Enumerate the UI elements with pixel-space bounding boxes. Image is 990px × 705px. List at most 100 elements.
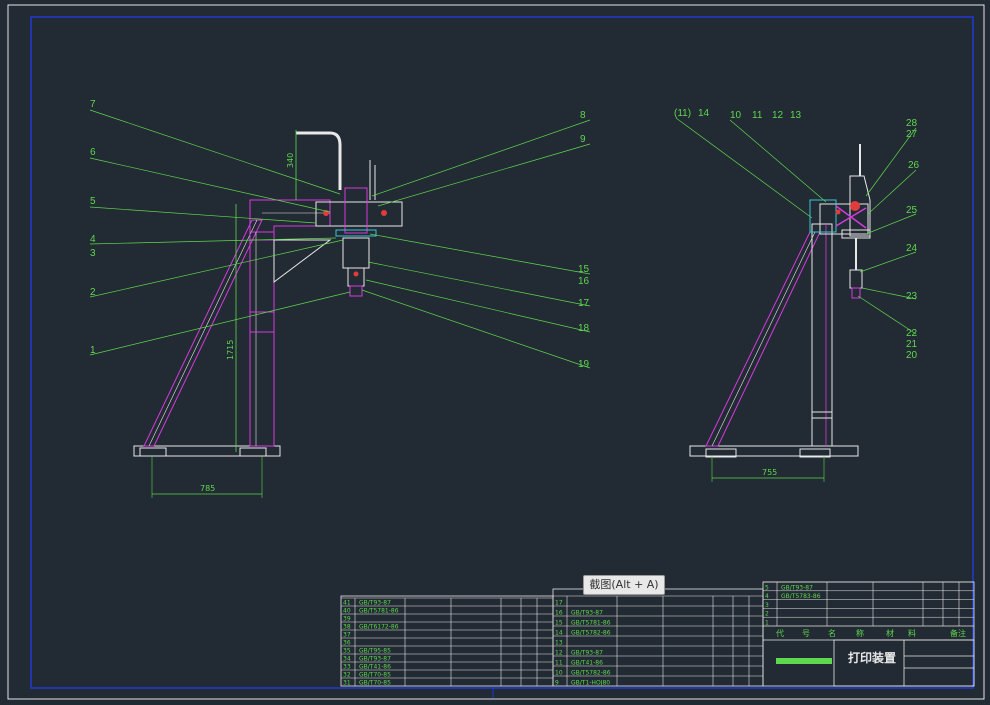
callout-22: 22 bbox=[906, 328, 918, 339]
callout-13: 13 bbox=[790, 110, 802, 121]
front-base-pad-left bbox=[139, 447, 167, 457]
table-row-code: GB/T93-87 bbox=[571, 650, 603, 657]
table-row-no: 1 bbox=[765, 620, 769, 627]
callout-4: 4 bbox=[90, 234, 96, 245]
front-pivot-red-2 bbox=[381, 210, 387, 216]
dim-height-text: 1715 bbox=[226, 340, 235, 360]
table-row-no: 38 bbox=[343, 624, 351, 631]
table-row-no: 31 bbox=[343, 680, 351, 687]
dim-top-text: 340 bbox=[286, 153, 295, 168]
callout-2: 2 bbox=[90, 287, 96, 298]
table-row-no: 9 bbox=[555, 680, 559, 687]
cad-drawing-canvas[interactable]: 785 1715 340 7 6 5 4 3 2 1 8 9 15 16 17 … bbox=[0, 0, 990, 705]
table-row-code: GB/T5782-86 bbox=[571, 670, 611, 677]
side-base bbox=[689, 445, 859, 457]
table-row-no: 17 bbox=[555, 600, 563, 607]
callout-26: 26 bbox=[908, 160, 920, 171]
callout-21: 21 bbox=[906, 339, 918, 350]
callout-20: 20 bbox=[906, 350, 918, 361]
header-label-beizhu: 备注 bbox=[950, 628, 966, 638]
side-dim-text: 755 bbox=[762, 468, 777, 477]
table-row-no: 15 bbox=[555, 620, 563, 627]
callout-15: 15 bbox=[578, 264, 590, 275]
front-head-plate bbox=[315, 201, 403, 227]
side-view: 755 (11) 14 10 11 12 13 28 27 26 25 24 2… bbox=[674, 108, 920, 482]
dim-bottom-text: 785 bbox=[200, 484, 215, 493]
table-row-code: GB/T5781-86 bbox=[359, 608, 399, 615]
header-label-ming: 名 bbox=[828, 628, 836, 638]
callout-19: 19 bbox=[578, 359, 590, 370]
table-row-code: GB/T93-87 bbox=[781, 584, 813, 591]
side-nozzle bbox=[849, 269, 863, 289]
callout-7: 7 bbox=[90, 99, 96, 110]
callout-12: 12 bbox=[772, 110, 784, 121]
table-row-no: 35 bbox=[343, 648, 351, 655]
table-row-no: 40 bbox=[343, 608, 351, 615]
side-pivot-red bbox=[850, 201, 860, 211]
table-row-code: GB/T70-85 bbox=[359, 680, 391, 687]
front-cylinder-rod bbox=[347, 267, 365, 287]
table-row-code: GB/T93-87 bbox=[571, 610, 603, 617]
header-label-cheng: 称 bbox=[856, 628, 864, 638]
callout-28: 28 bbox=[906, 118, 918, 129]
table-row-no: 10 bbox=[555, 670, 563, 677]
front-base-pad-right bbox=[239, 447, 267, 457]
title-block-mark bbox=[776, 658, 832, 664]
header-label-dai: 代 bbox=[776, 628, 784, 638]
outer-frame bbox=[7, 4, 985, 700]
table-row-no: 16 bbox=[555, 610, 563, 617]
side-column-collar bbox=[811, 411, 833, 419]
callout-10: 10 bbox=[730, 110, 742, 121]
callout-11: 11 bbox=[752, 110, 763, 121]
table-row-code: GB/T5783-86 bbox=[781, 593, 821, 600]
table-row-code: GB/T5781-86 bbox=[571, 620, 611, 627]
side-diagonal-brace bbox=[705, 231, 821, 447]
parts-list: 41 GB/T93-8740 GB/T5781-863938 GB/T6172-863… bbox=[340, 581, 975, 687]
table-row-no: 4 bbox=[765, 593, 769, 600]
table-row-code: GB/T93-87 bbox=[359, 600, 391, 607]
front-pivot-red-3 bbox=[353, 271, 359, 277]
table-row-no: 39 bbox=[343, 616, 351, 623]
callout-3: 3 bbox=[90, 248, 96, 259]
table-row-no: 33 bbox=[343, 664, 351, 671]
table-row-code: GB/T41-86 bbox=[571, 660, 603, 667]
table-row-no: 36 bbox=[343, 640, 351, 647]
header-label-hao: 号 bbox=[802, 629, 810, 638]
header-label-cai: 材 bbox=[886, 628, 894, 638]
table-row-no: 11 bbox=[555, 660, 563, 667]
side-column bbox=[811, 223, 833, 447]
callout-9: 9 bbox=[580, 134, 586, 145]
callout-24: 24 bbox=[906, 243, 918, 254]
table-row-no: 3 bbox=[765, 602, 769, 609]
table-row-no: 12 bbox=[555, 650, 563, 657]
front-view: 785 1715 340 7 6 5 4 3 2 1 8 9 15 16 17 … bbox=[89, 99, 591, 498]
side-callouts-top: (11) 14 10 11 12 13 bbox=[674, 108, 827, 219]
table-row-no: 41 bbox=[343, 600, 351, 607]
callout-18: 18 bbox=[578, 323, 590, 334]
callout-17: 17 bbox=[578, 298, 590, 309]
callout-6: 6 bbox=[90, 147, 96, 158]
table-row-code: GB/T6172-86 bbox=[359, 624, 399, 631]
callout-8: 8 bbox=[580, 110, 586, 121]
callout-23: 23 bbox=[906, 291, 918, 302]
table-row-no: 32 bbox=[343, 672, 351, 679]
callout-14: 14 bbox=[698, 108, 710, 119]
table-row-code: GB/T41-86 bbox=[359, 664, 391, 671]
table-row-no: 14 bbox=[555, 630, 563, 637]
screenshot-tooltip: 截图(Alt + A) bbox=[583, 575, 665, 595]
table-row-no: 13 bbox=[555, 640, 563, 647]
callout-16: 16 bbox=[578, 276, 590, 287]
callout-25: 25 bbox=[906, 205, 918, 216]
table-row-code: GB/T1-HOJ80 bbox=[571, 680, 610, 687]
callout-1: 1 bbox=[90, 345, 96, 356]
callout-27: 27 bbox=[906, 129, 918, 140]
side-pivot-red-2 bbox=[835, 209, 841, 215]
front-diagonal-inner bbox=[148, 219, 258, 447]
side-diagonal-inner bbox=[711, 231, 816, 447]
table-row-no: 5 bbox=[765, 584, 769, 591]
table-row-no: 2 bbox=[765, 611, 769, 618]
front-callouts-left: 7 6 5 4 3 2 1 bbox=[89, 99, 351, 356]
table-row-code: GB/T70-85 bbox=[359, 672, 391, 679]
callout-11-paren: (11) bbox=[674, 108, 691, 119]
table-row-code: GB/T93-87 bbox=[359, 656, 391, 663]
